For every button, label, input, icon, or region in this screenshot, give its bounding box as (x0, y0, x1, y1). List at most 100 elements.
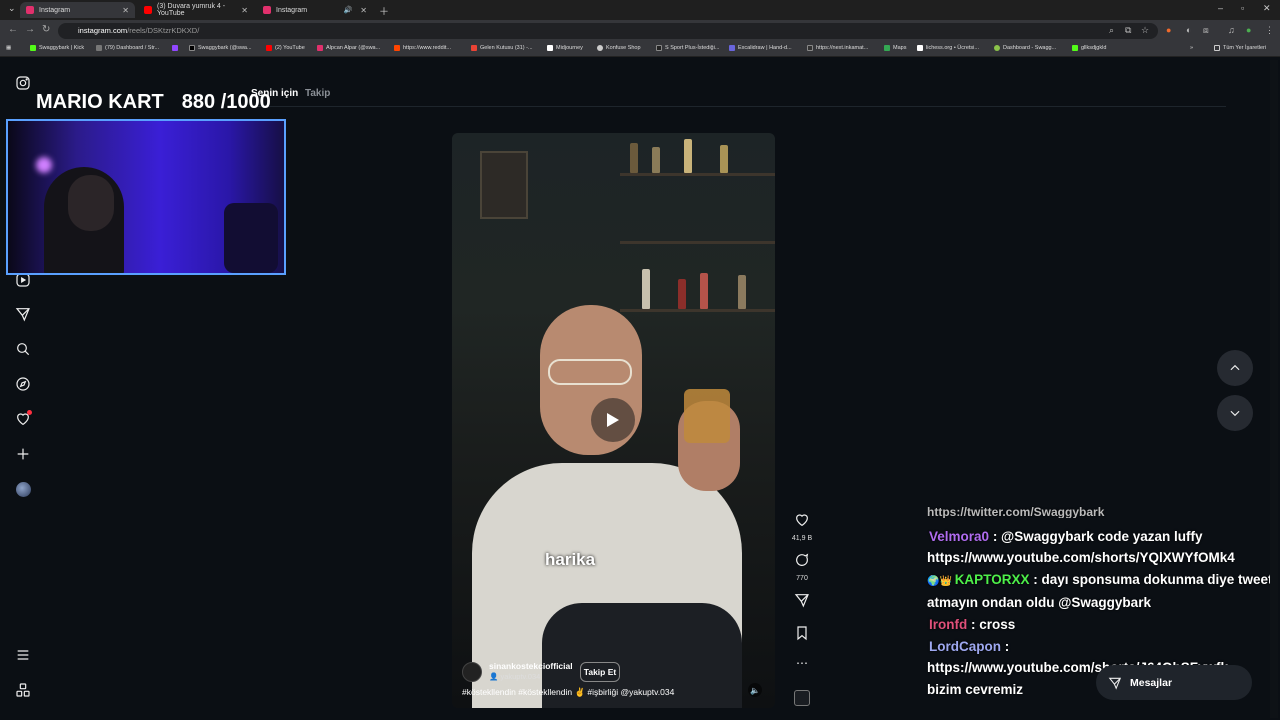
reload-icon[interactable]: ↻ (42, 24, 50, 35)
extension-icon[interactable]: ● (1166, 25, 1171, 35)
share-button[interactable] (788, 592, 816, 613)
bookmark-item[interactable]: Swaggybark | Kick (30, 45, 84, 51)
all-bookmarks-folder[interactable]: Tüm Yer İşaretleri (1214, 45, 1266, 51)
tab-instagram-active[interactable]: Instagram ✕ (20, 2, 135, 18)
media-control-icon[interactable]: ♫ (1228, 25, 1235, 35)
zoom-icon[interactable]: ⌕ (1109, 25, 1114, 36)
close-tab-icon[interactable]: ✕ (241, 6, 248, 15)
url-host: instagram.com (78, 26, 128, 35)
create-plus-icon[interactable] (14, 445, 32, 463)
tab-youtube[interactable]: (3) Duvara yumruk 4 - YouTube ✕ (138, 2, 254, 18)
chat-message: Velmora0 : @Swaggybark code yazan luffy (929, 529, 1203, 544)
bottle (678, 279, 686, 309)
video-caption: harika (545, 550, 596, 569)
game-score: 880 /1000 (181, 91, 271, 113)
bookmark-item[interactable]: S Sport Plus-İstediği... (656, 45, 719, 51)
send-message-icon[interactable] (14, 305, 32, 323)
play-icon (607, 413, 619, 427)
bookmark-item[interactable]: https://www.reddit... (394, 45, 451, 51)
address-toolbar: ← → ↻ instagram.com/reels/DSKtzrKDKXD/ ⌕… (0, 20, 1280, 42)
previous-reel-button[interactable] (1217, 350, 1253, 386)
bookmark-item[interactable]: gllksdjgkld (1072, 45, 1106, 51)
bookmark-item[interactable]: Konfuse Shop (597, 45, 641, 51)
bookmark-item[interactable]: Excalidraw | Hand-d... (729, 45, 792, 51)
bookmark-item[interactable]: Alpcan Alpar (@swa... (317, 45, 380, 51)
chat-cut-line: https://twitter.com/Swaggybark (927, 506, 1105, 518)
collab-author[interactable]: 👤 yakuptv.034 (489, 672, 540, 681)
instagram-logo-icon[interactable] (14, 74, 32, 92)
shelf (620, 241, 775, 244)
save-button[interactable] (788, 625, 816, 646)
reel-hashtags[interactable]: #köstekllendin #köstekllendin ✌ #işbirli… (462, 687, 674, 698)
search-icon[interactable] (14, 340, 32, 358)
url-input[interactable]: instagram.com/reels/DSKtzrKDKXD/ (58, 23, 1158, 39)
extensions-puzzle-icon[interactable]: ⧈ (1203, 25, 1209, 36)
minimize-button[interactable]: – (1218, 3, 1223, 13)
browser-tab-bar: Instagram ✕ (3) Duvara yumruk 4 - YouTub… (0, 0, 1280, 20)
author-avatar[interactable] (462, 662, 482, 682)
bookmark-item[interactable]: https://next.inkamat... (807, 45, 868, 51)
user-icon: 👤 (489, 672, 501, 681)
bookmark-item[interactable]: Dashboard - Swagg... (994, 45, 1056, 51)
forward-arrow-icon[interactable]: → (25, 24, 35, 35)
chat-username: Ironfd (929, 617, 968, 632)
profile-avatar-icon[interactable]: ● (1246, 25, 1251, 35)
bookmark-item[interactable]: Midjourney (547, 45, 583, 51)
tab-search-icon[interactable]: ⌄ (8, 3, 16, 14)
follow-button[interactable]: Takip Et (580, 662, 620, 682)
bookmark-item[interactable]: Maps (884, 45, 906, 51)
comment-count: 770 (796, 575, 808, 582)
close-tab-icon[interactable]: ✕ (360, 6, 367, 15)
man-glasses (548, 359, 632, 385)
extension-icon[interactable]: ◐ (1186, 25, 1191, 35)
bookmark-star-icon[interactable]: ☆ (1141, 25, 1149, 36)
new-tab-button[interactable]: ＋ (379, 3, 389, 18)
more-menu-icon[interactable] (14, 646, 32, 664)
browser-menu-icon[interactable]: ⋮ (1265, 25, 1274, 36)
like-button[interactable]: 41,9 B (788, 512, 816, 542)
bookmark-item[interactable]: lichess.org • Ücretsi... (917, 45, 979, 51)
game-title: MARIO KART (36, 91, 164, 113)
mute-toggle-icon[interactable]: 🔈 (748, 683, 762, 697)
bookmark-item[interactable]: Gelen Kutusu (31) -... (471, 45, 533, 51)
webcam-light (36, 157, 52, 173)
close-tab-icon[interactable]: ✕ (122, 6, 129, 15)
chat-username: KAPTORXX (954, 572, 1030, 587)
next-reel-button[interactable] (1217, 395, 1253, 431)
bookmark-item[interactable] (172, 45, 181, 51)
bookmark-item[interactable]: (79) Dashboard / Str... (96, 45, 159, 51)
audio-playing-icon[interactable]: 🔊 (344, 6, 353, 14)
page-scrollbar[interactable] (1270, 60, 1278, 718)
bookmark-item[interactable]: (2) YouTube (266, 45, 305, 51)
chat-username: Velmora0 (929, 529, 990, 544)
notifications-heart-icon[interactable] (14, 410, 32, 428)
meta-apps-icon[interactable] (14, 681, 32, 699)
messages-button[interactable]: Mesajlar (1096, 665, 1252, 700)
profile-avatar[interactable] (14, 480, 32, 498)
audio-track-thumbnail[interactable] (788, 690, 816, 711)
wall-frame (480, 151, 528, 219)
send-icon (794, 594, 809, 608)
back-arrow-icon[interactable]: ← (8, 24, 18, 35)
more-bookmarks-icon[interactable]: » (1190, 45, 1193, 51)
tab-title: (3) Duvara yumruk 4 - YouTube (157, 3, 226, 17)
chat-message: 🌍👑 KAPTORXX : dayı sponsuma dokunma diye… (927, 572, 1273, 587)
tab-following[interactable]: Takip (305, 88, 330, 99)
explore-compass-icon[interactable] (14, 375, 32, 393)
tab-instagram-2[interactable]: Instagram 🔊 ✕ (257, 2, 373, 18)
shelf (620, 309, 775, 312)
chevron-up-icon (1230, 364, 1240, 371)
close-window-button[interactable]: ✕ (1263, 3, 1271, 14)
url-path: /reels/DSKtzrKDKXD/ (127, 26, 200, 35)
apps-grid-icon[interactable]: ▦ (6, 45, 11, 51)
comment-button[interactable]: 770 (788, 552, 816, 582)
more-options-icon[interactable]: ⋯ (788, 656, 816, 670)
bookmark-item[interactable]: Swaggybark (@swa... (189, 45, 252, 51)
heart-icon (796, 514, 808, 527)
maximize-button[interactable]: ▫ (1241, 3, 1244, 13)
chat-message-cont: atmayın ondan oldu @Swaggybark (927, 595, 1151, 610)
chat-username: LordCapon (929, 639, 1001, 654)
author-name[interactable]: sinankostekciofficial (489, 661, 573, 671)
play-button[interactable] (591, 398, 635, 442)
install-app-icon[interactable]: ⧉ (1125, 25, 1131, 36)
